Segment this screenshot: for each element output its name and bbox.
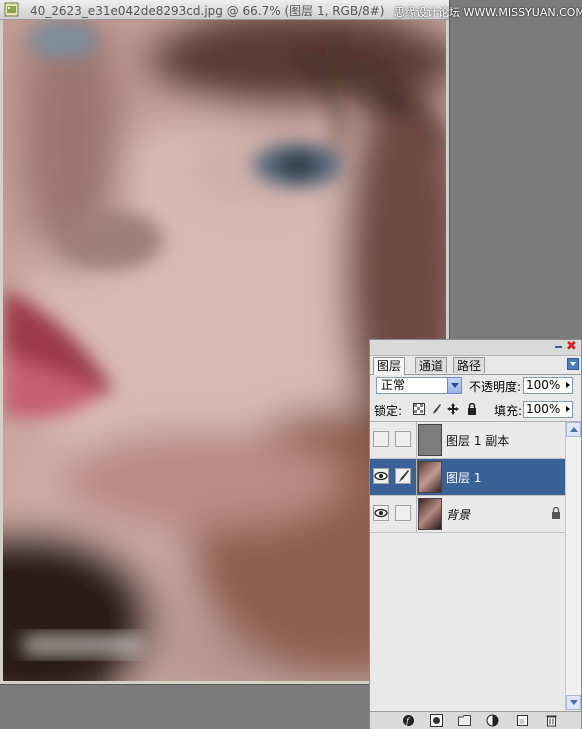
- layer-thumbnail: [418, 461, 442, 493]
- watermark-text: 思缘设计论坛 WWW.MISSYUAN.COM: [394, 6, 582, 19]
- opacity-value: 100%: [526, 378, 561, 392]
- opacity-label: 不透明度:: [469, 380, 522, 394]
- minimize-icon[interactable]: [555, 346, 562, 348]
- link-toggle[interactable]: [395, 431, 411, 447]
- divider: [416, 422, 417, 458]
- document-title: 40_2623_e31e042de8293cd.jpg @ 66.7% (图层 …: [30, 4, 385, 18]
- tab-paths[interactable]: 路径: [453, 357, 486, 373]
- lock-icon: [552, 507, 560, 519]
- photoshop-doc-icon: [4, 2, 19, 17]
- scroll-down-icon[interactable]: [566, 695, 581, 710]
- link-toggle[interactable]: [395, 505, 411, 521]
- opacity-field[interactable]: 100%: [523, 377, 573, 394]
- chevron-down-icon[interactable]: [447, 377, 462, 394]
- blend-mode-select[interactable]: 正常: [376, 377, 462, 394]
- lock-label: 锁定:: [374, 404, 403, 418]
- layers-list: 图层 1 副本 图层 1 背景: [370, 422, 565, 710]
- layer-name[interactable]: 图层 1 副本: [446, 432, 509, 449]
- layer-thumbnail: [418, 498, 442, 530]
- layers-panel: ✖ 图层 通道 路径 正常 不透明度: 100% 锁定: 填充: 100% 图层…: [369, 339, 582, 729]
- lock-all-icon[interactable]: [466, 403, 478, 415]
- fill-slider-arrow-icon[interactable]: [566, 406, 570, 412]
- trash-icon[interactable]: [545, 714, 558, 727]
- fill-value: 100%: [526, 402, 561, 416]
- layer-mask-icon[interactable]: [430, 714, 443, 727]
- layer-row-background[interactable]: 背景: [370, 496, 565, 533]
- layers-scrollbar[interactable]: [565, 422, 581, 710]
- divider: [416, 459, 417, 495]
- close-icon[interactable]: ✖: [565, 340, 578, 353]
- fill-label: 填充:: [494, 404, 523, 418]
- panel-tabs: 图层 通道 路径: [370, 355, 581, 375]
- opacity-slider-arrow-icon[interactable]: [566, 382, 570, 388]
- panel-titlebar[interactable]: ✖: [370, 340, 581, 356]
- eye-icon: [374, 508, 388, 518]
- lock-transparent-icon[interactable]: [413, 403, 425, 415]
- move-icon[interactable]: [447, 403, 459, 415]
- brush-icon[interactable]: [430, 403, 442, 415]
- fill-field[interactable]: 100%: [523, 401, 573, 418]
- brush-indicator[interactable]: [395, 468, 411, 484]
- tab-channels[interactable]: 通道: [415, 357, 448, 373]
- visibility-toggle[interactable]: [373, 468, 389, 484]
- layer-row-selected[interactable]: 图层 1: [370, 459, 565, 496]
- divider: [416, 496, 417, 532]
- adjustment-layer-icon[interactable]: [486, 714, 499, 727]
- brush-icon: [399, 470, 409, 482]
- blend-opacity-row: 正常 不透明度: 100%: [370, 375, 581, 397]
- panel-menu-button[interactable]: [567, 358, 579, 370]
- folder-icon[interactable]: [458, 714, 471, 727]
- layer-name[interactable]: 图层 1: [446, 469, 481, 486]
- layers-toolbar: f: [370, 711, 581, 729]
- document-titlebar[interactable]: 40_2623_e31e042de8293cd.jpg @ 66.7% (图层 …: [0, 0, 582, 20]
- layer-thumbnail: [418, 424, 442, 456]
- visibility-toggle[interactable]: [373, 431, 389, 447]
- eye-icon: [374, 471, 388, 481]
- layer-style-icon[interactable]: f: [402, 714, 415, 727]
- new-layer-icon[interactable]: [516, 714, 529, 727]
- tab-layers[interactable]: 图层: [373, 357, 406, 375]
- blend-mode-value: 正常: [381, 378, 406, 392]
- lock-fill-row: 锁定: 填充: 100%: [370, 399, 581, 422]
- layer-name[interactable]: 背景: [446, 506, 470, 523]
- visibility-toggle[interactable]: [373, 505, 389, 521]
- layer-row-copy[interactable]: 图层 1 副本: [370, 422, 565, 459]
- scroll-up-icon[interactable]: [566, 422, 581, 437]
